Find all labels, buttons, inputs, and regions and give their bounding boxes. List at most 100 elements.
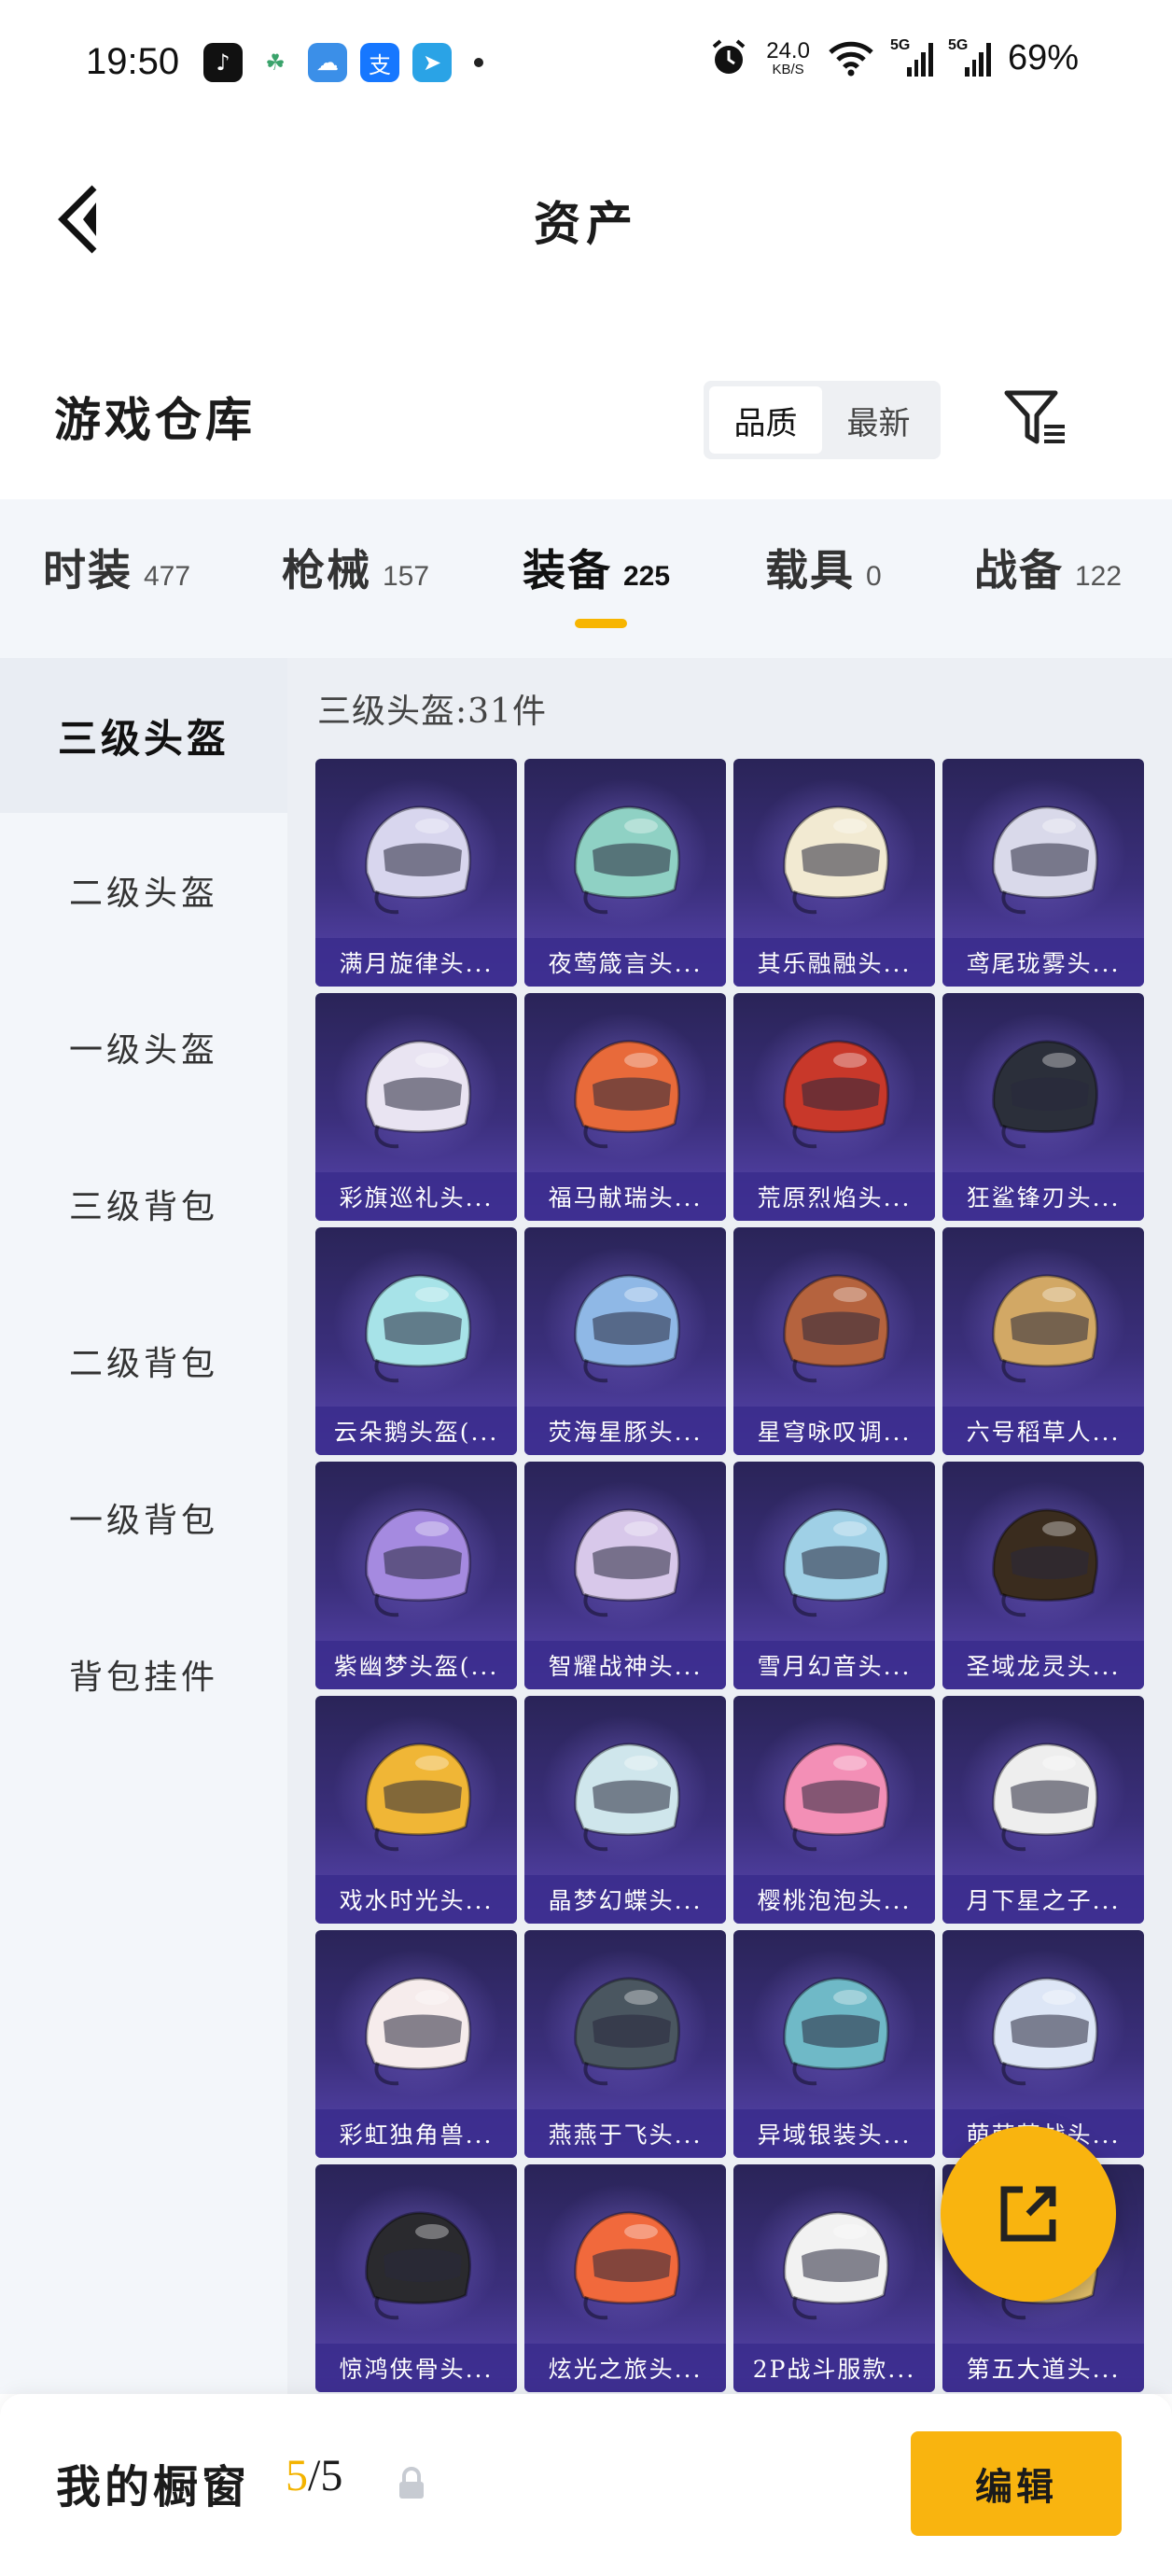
subcategory-level1-helmet[interactable]: 一级头盔: [0, 970, 287, 1125]
item-card[interactable]: 荧海星豚头...: [524, 1227, 726, 1455]
subcategory-level3-backpack[interactable]: 三级背包: [0, 1127, 287, 1281]
item-name: 戏水时光头...: [315, 1875, 517, 1924]
helmet-icon: [365, 1508, 472, 1617]
item-card[interactable]: 戏水时光头...: [315, 1696, 517, 1924]
item-name: 鸢尾珑雾头...: [942, 938, 1144, 987]
helmet-icon: [992, 1274, 1099, 1383]
subcategory-level2-helmet[interactable]: 二级头盔: [0, 813, 287, 968]
item-card[interactable]: 福马献瑞头...: [524, 993, 726, 1221]
item-name: 彩虹独角兽...: [315, 2109, 517, 2158]
item-name: 惊鸿侠骨头...: [315, 2344, 517, 2392]
tab-vehicles[interactable]: 载具 0: [765, 537, 882, 598]
telegram-icon: ➤: [412, 43, 452, 82]
warehouse-title: 游戏仓库: [54, 392, 256, 447]
alarm-icon: [712, 39, 746, 74]
signal-icon-1: 5G: [890, 37, 933, 77]
item-card[interactable]: 燕燕于飞头...: [524, 1930, 726, 2158]
item-card[interactable]: 彩虹独角兽...: [315, 1930, 517, 2158]
alipay-icon: 支: [360, 43, 399, 82]
item-name: 荧海星豚头...: [524, 1407, 726, 1455]
item-card[interactable]: 夜莺箴言头...: [524, 759, 726, 987]
item-name: 月下星之子...: [942, 1875, 1144, 1924]
sort-toggle: 品质 最新: [704, 381, 941, 459]
item-card[interactable]: 星穹咏叹调...: [733, 1227, 935, 1455]
subcategory-level2-backpack[interactable]: 二级背包: [0, 1283, 287, 1438]
item-card[interactable]: 晶梦幻蝶头...: [524, 1696, 726, 1924]
helmet-icon: [992, 1040, 1099, 1149]
item-card[interactable]: 满月旋律头...: [315, 759, 517, 987]
helmet-icon: [992, 805, 1099, 915]
tab-combat-gear[interactable]: 战备 122: [974, 537, 1122, 598]
item-card[interactable]: 智耀战神头...: [524, 1462, 726, 1689]
filter-icon: [1004, 390, 1065, 444]
item-card[interactable]: 雪月幻音头...: [733, 1462, 935, 1689]
item-card[interactable]: 樱桃泡泡头...: [733, 1696, 935, 1924]
net-speed: 24.0 KB/S: [766, 39, 810, 77]
item-card[interactable]: 月下星之子...: [942, 1696, 1144, 1924]
bottom-bar: 我的橱窗 5/5 编辑: [0, 2394, 1172, 2576]
helmet-icon: [783, 1274, 890, 1383]
item-name: 智耀战神头...: [524, 1641, 726, 1689]
showcase-title: 我的橱窗: [56, 2461, 251, 2513]
tab-fashion[interactable]: 时装 477: [43, 537, 190, 598]
sort-quality-button[interactable]: 品质: [709, 386, 822, 454]
item-card[interactable]: 异域银装头...: [733, 1930, 935, 2158]
weather-icon: ☁: [308, 43, 347, 82]
helmet-icon: [365, 1274, 472, 1383]
filter-button[interactable]: [998, 383, 1073, 457]
item-card[interactable]: 荒原烈焰头...: [733, 993, 935, 1221]
net-speed-unit: KB/S: [772, 61, 804, 77]
item-card[interactable]: 其乐融融头...: [733, 759, 935, 987]
item-name: 炫光之旅头...: [524, 2344, 726, 2392]
item-name: 六号稻草人...: [942, 1407, 1144, 1455]
item-card[interactable]: 鸢尾珑雾头...: [942, 759, 1144, 987]
item-name: 狂鲨锋刃头...: [942, 1172, 1144, 1221]
tab-firearms[interactable]: 枪械 157: [282, 537, 429, 598]
notification-icons: ♪ ☘ ☁ 支 ➤: [203, 43, 483, 82]
subcategory-level1-backpack[interactable]: 一级背包: [0, 1440, 287, 1595]
showcase-current: 5: [286, 2451, 308, 2500]
helmet-icon: [365, 1040, 472, 1149]
signal-icon-2: 5G: [948, 37, 991, 77]
item-card[interactable]: 彩旗巡礼头...: [315, 993, 517, 1221]
item-name: 荒原烈焰头...: [733, 1172, 935, 1221]
external-link-icon: [1000, 2186, 1056, 2242]
item-card[interactable]: 六号稻草人...: [942, 1227, 1144, 1455]
item-card[interactable]: 炫光之旅头...: [524, 2164, 726, 2392]
item-card[interactable]: 萌萌萌战头...: [942, 1930, 1144, 2158]
item-name: 晶梦幻蝶头...: [524, 1875, 726, 1924]
subcategory-list: 三级头盔 二级头盔 一级头盔 三级背包 二级背包 一级背包 背包挂件: [0, 658, 287, 2394]
tab-equipment[interactable]: 装备 225: [523, 537, 670, 598]
leaf-app-icon: ☘: [265, 49, 286, 76]
item-card[interactable]: 紫幽梦头盔(...: [315, 1462, 517, 1689]
item-card[interactable]: 惊鸿侠骨头...: [315, 2164, 517, 2392]
helmet-icon: [365, 1977, 472, 2086]
helmet-icon: [365, 1743, 472, 1852]
sort-newest-button[interactable]: 最新: [822, 386, 935, 454]
helmet-icon: [783, 805, 890, 915]
helmet-icon: [574, 2211, 681, 2320]
helmet-icon: [783, 1743, 890, 1852]
item-card[interactable]: 圣域龙灵头...: [942, 1462, 1144, 1689]
more-notifications-icon: [474, 58, 483, 67]
item-name: 樱桃泡泡头...: [733, 1875, 935, 1924]
status-right: 24.0 KB/S 5G 5G 69%: [708, 37, 1079, 78]
helmet-icon: [365, 2211, 472, 2320]
edit-button[interactable]: 编辑: [911, 2431, 1122, 2536]
item-card[interactable]: 2P战斗服款...: [733, 2164, 935, 2392]
showcase-count: 5/5: [286, 2450, 342, 2501]
helmet-icon: [992, 1508, 1099, 1617]
helmet-icon: [783, 2211, 890, 2320]
tiktok-icon: ♪: [203, 43, 243, 82]
subcategory-level3-helmet[interactable]: 三级头盔: [0, 658, 287, 813]
share-button[interactable]: [941, 2126, 1116, 2302]
item-name: 其乐融融头...: [733, 938, 935, 987]
item-card[interactable]: 云朵鹅头盔(...: [315, 1227, 517, 1455]
item-name: 2P战斗服款...: [733, 2344, 935, 2392]
battery-percent: 69%: [1007, 37, 1079, 77]
item-card[interactable]: 狂鲨锋刃头...: [942, 993, 1144, 1221]
item-name: 雪月幻音头...: [733, 1641, 935, 1689]
status-bar: 19:50 ♪ ☘ ☁ 支 ➤ 24.0 KB/S 5G 5G 69%: [0, 0, 1172, 131]
item-name: 满月旋律头...: [315, 938, 517, 987]
subcategory-backpack-charm[interactable]: 背包挂件: [0, 1597, 287, 1752]
